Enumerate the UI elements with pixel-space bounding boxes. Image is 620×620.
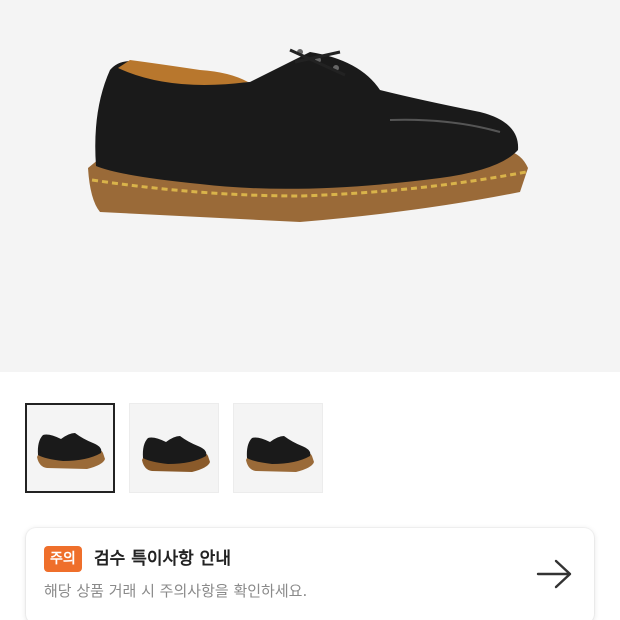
thumbnail-1[interactable] — [25, 403, 115, 493]
shoe-thumbnail-icon — [246, 436, 314, 472]
product-main-image[interactable] — [0, 0, 620, 372]
shoe-image — [88, 48, 528, 222]
arrow-right-icon[interactable] — [534, 556, 574, 592]
caution-badge: 주의 — [44, 546, 82, 572]
thumbnail-list — [25, 403, 323, 493]
thumbnail-2[interactable] — [129, 403, 219, 493]
thumbnail-3[interactable] — [233, 403, 323, 493]
shoe-thumbnail-icon — [37, 433, 105, 469]
notice-description: 해당 상품 거래 시 주의사항을 확인하세요. — [44, 582, 308, 600]
shoe-thumbnail-icon — [142, 436, 210, 472]
notice-title: 검수 특이사항 안내 — [94, 549, 231, 569]
inspection-notice-card[interactable]: 주의 검수 특이사항 안내 해당 상품 거래 시 주의사항을 확인하세요. — [26, 528, 594, 620]
